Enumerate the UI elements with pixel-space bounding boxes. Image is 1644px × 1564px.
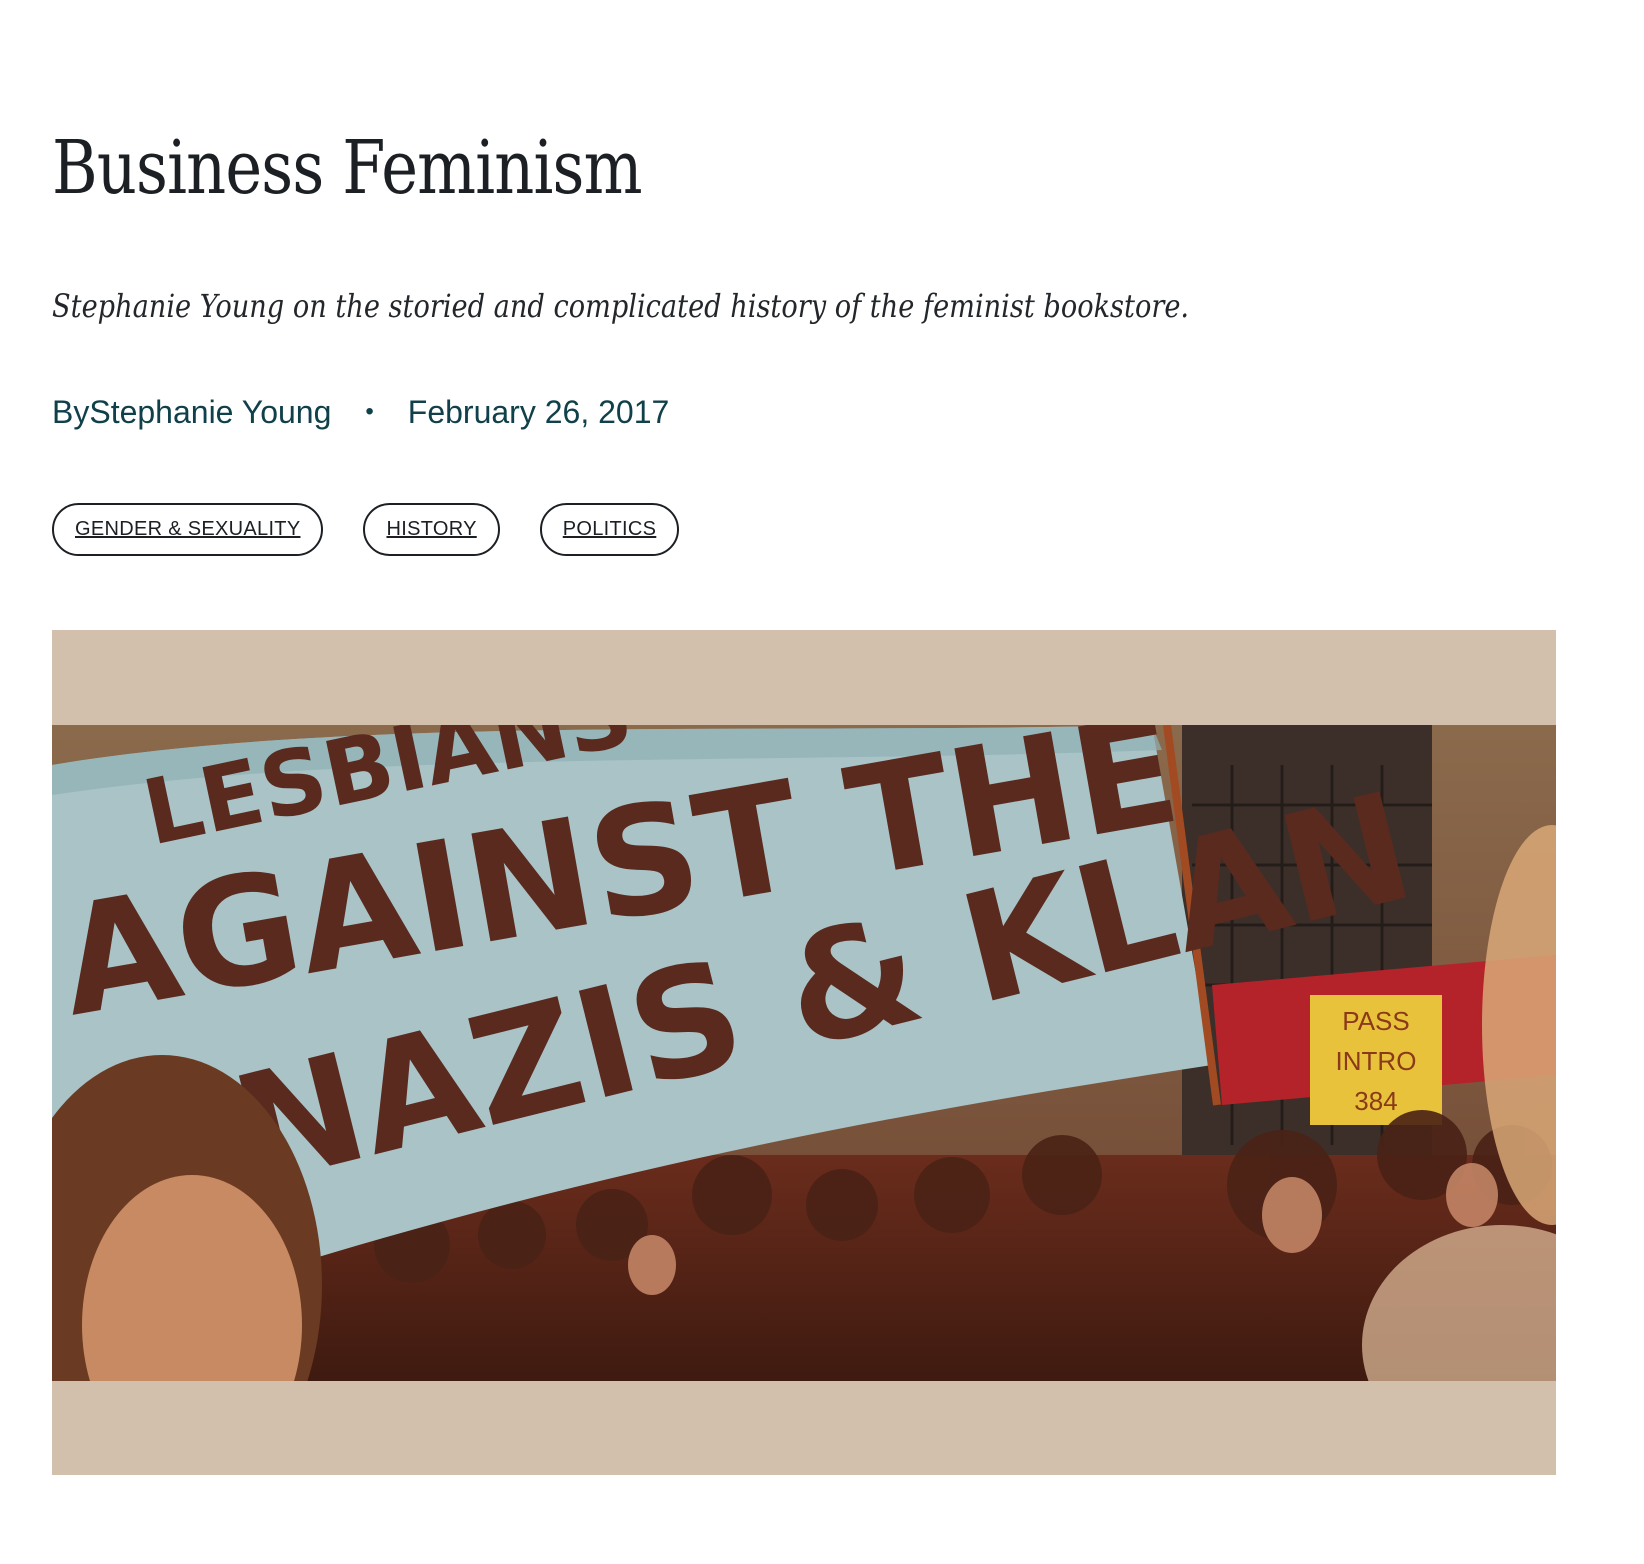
tag-list: GENDER & SEXUALITY HISTORY POLITICS [52, 503, 680, 556]
publish-date: February 26, 2017 [407, 394, 670, 430]
article-dek: Stephanie Young on the storied and compl… [52, 287, 1190, 325]
sign-line-1: PASS [1342, 1006, 1409, 1036]
page-title: Business Feminism [52, 125, 643, 211]
byline-prefix: By [52, 394, 90, 430]
author-link[interactable]: Stephanie Young [89, 393, 331, 431]
sign-line-3: 384 [1354, 1086, 1397, 1116]
byline-separator: • [365, 397, 374, 425]
tag-gender-sexuality[interactable]: GENDER & SEXUALITY [52, 503, 324, 556]
tag-politics[interactable]: POLITICS [539, 503, 680, 556]
protest-photo-art: PASS INTRO 384 LESBIANS AGAINST THE NAZI… [52, 725, 1556, 1381]
tag-history[interactable]: HISTORY [363, 503, 500, 556]
byline: By Stephanie Young • February 26, 2017 [52, 393, 669, 431]
yellow-sign: PASS INTRO 384 [1310, 995, 1442, 1125]
protest-photo: PASS INTRO 384 LESBIANS AGAINST THE NAZI… [52, 725, 1556, 1381]
sign-line-2: INTRO [1336, 1046, 1417, 1076]
hero-image: PASS INTRO 384 LESBIANS AGAINST THE NAZI… [52, 630, 1556, 1475]
